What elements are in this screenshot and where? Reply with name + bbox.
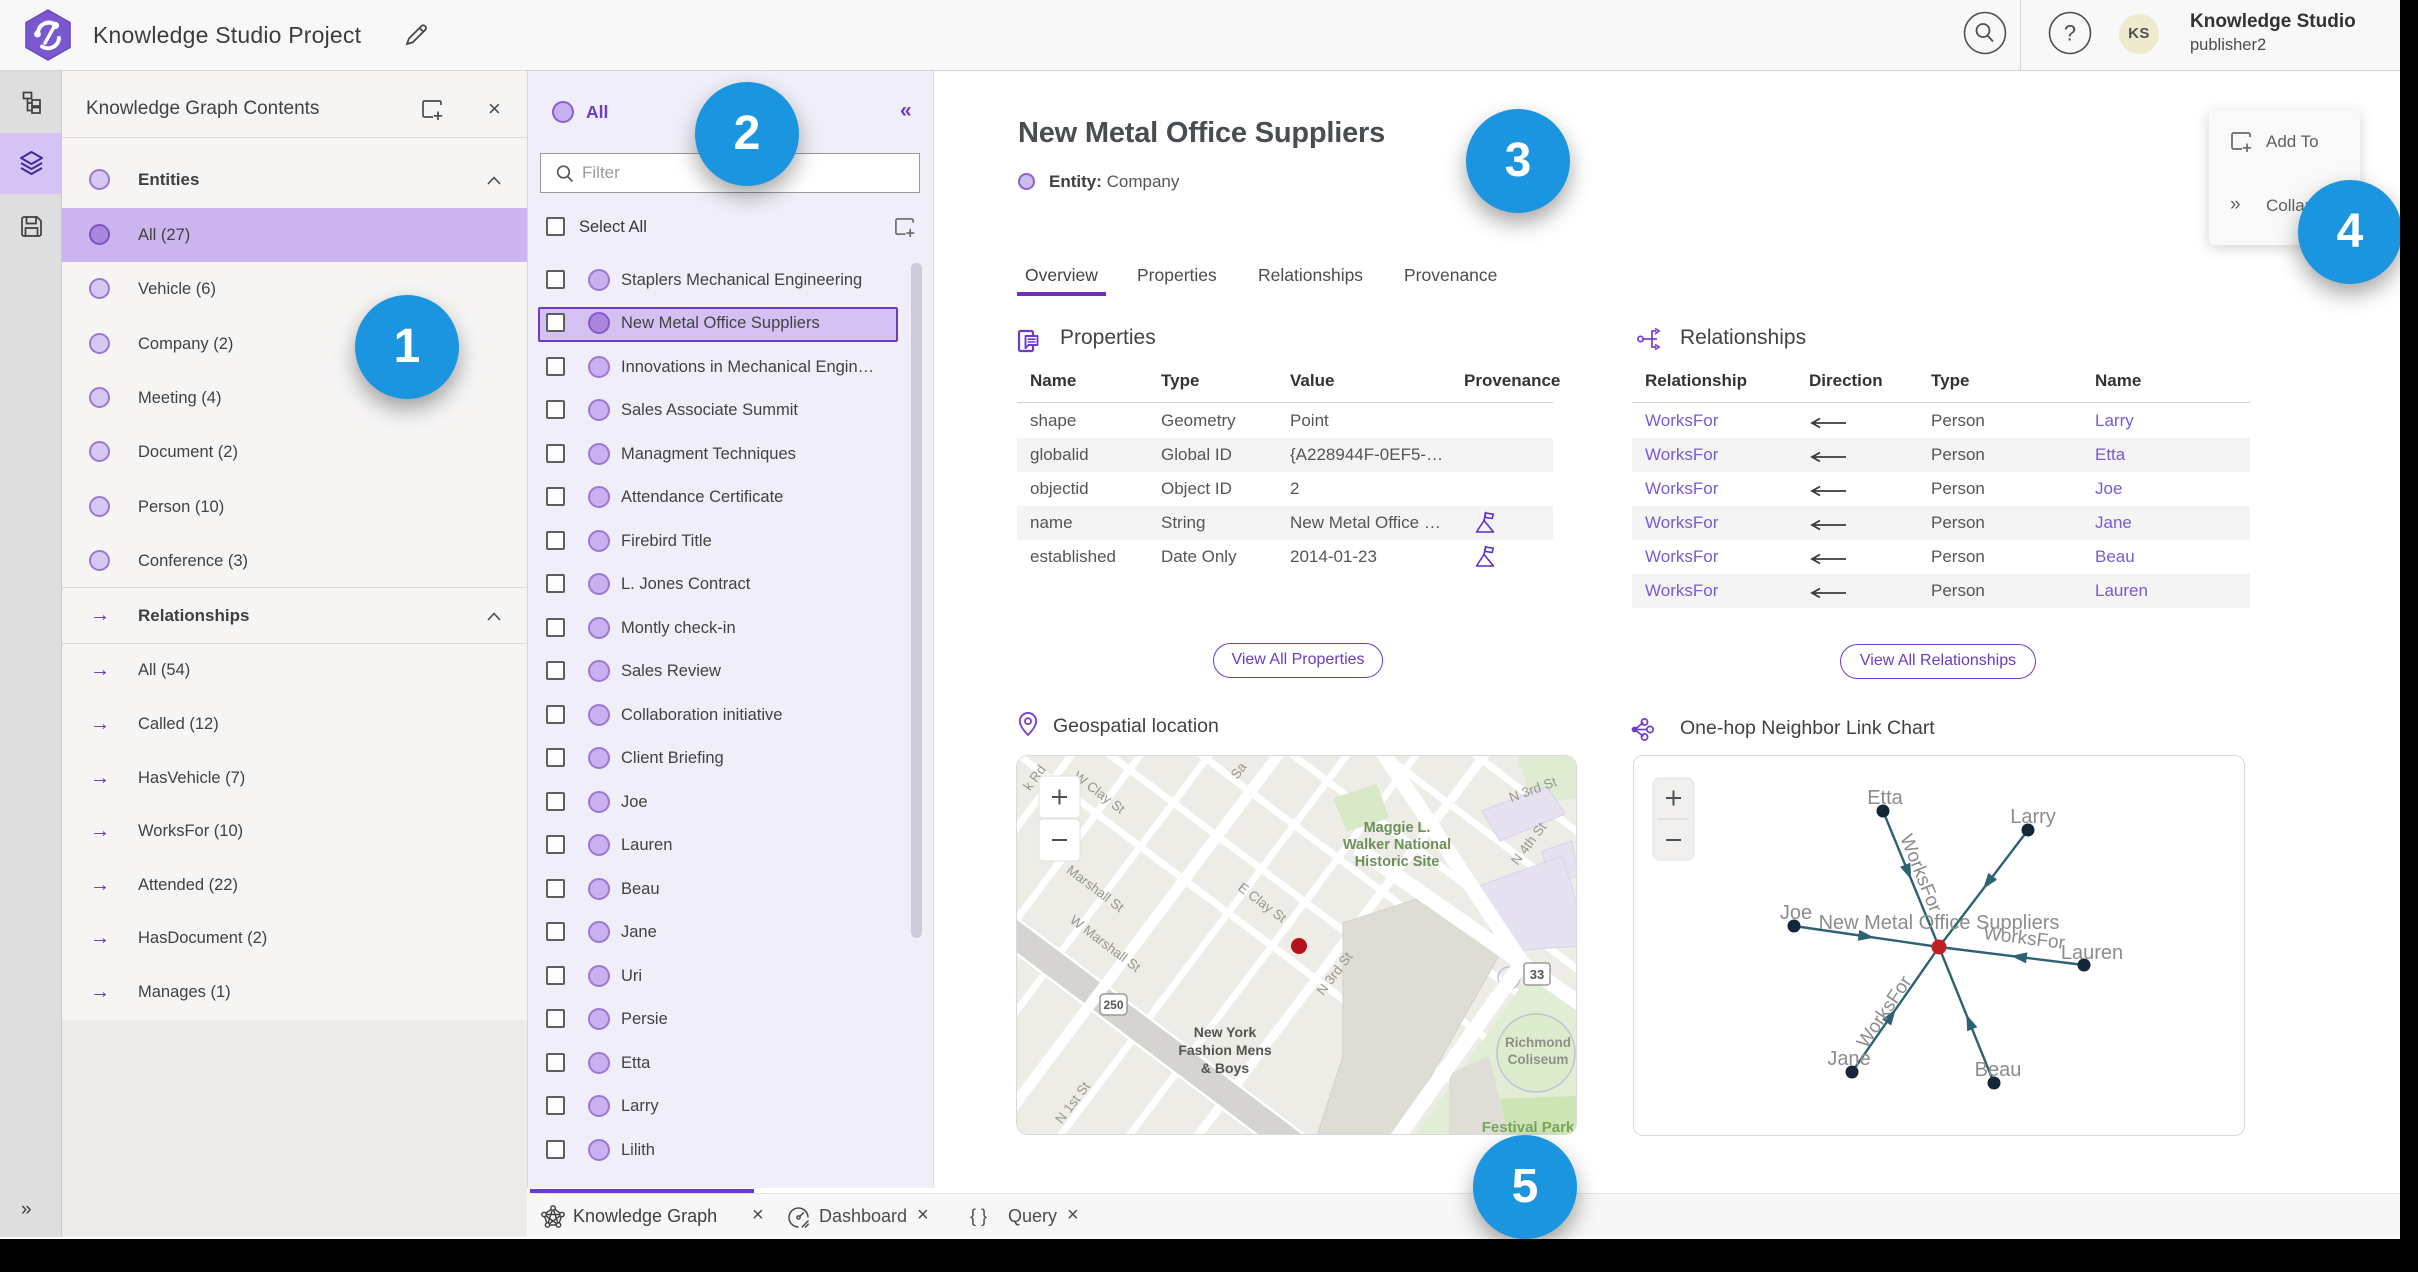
svg-text:Fashion Mens: Fashion Mens [1178, 1042, 1272, 1058]
svg-text:Maggie L.: Maggie L. [1364, 820, 1431, 836]
svg-text:Lauren: Lauren [2061, 942, 2123, 964]
svg-text:WorksFor: WorksFor [1853, 972, 1917, 1052]
svg-text:?: ? [2064, 21, 2076, 46]
svg-text:Jane: Jane [1827, 1048, 1870, 1070]
svg-text:& Boys: & Boys [1201, 1060, 1249, 1076]
svg-text:250: 250 [1103, 998, 1123, 1012]
svg-text:Historic Site: Historic Site [1355, 854, 1440, 870]
svg-text:Richmond: Richmond [1505, 1035, 1571, 1050]
svg-text:Walker National: Walker National [1343, 837, 1451, 853]
svg-text:Coliseum: Coliseum [1508, 1052, 1569, 1067]
svg-text:Festival Park: Festival Park [1482, 1119, 1575, 1135]
svg-text:33: 33 [1530, 967, 1544, 982]
svg-text:Joe: Joe [1780, 902, 1812, 924]
svg-text:Beau: Beau [1975, 1059, 2022, 1081]
svg-text:New York: New York [1194, 1024, 1257, 1040]
svg-text:Larry: Larry [2010, 806, 2056, 828]
svg-text:Etta: Etta [1867, 787, 1903, 809]
